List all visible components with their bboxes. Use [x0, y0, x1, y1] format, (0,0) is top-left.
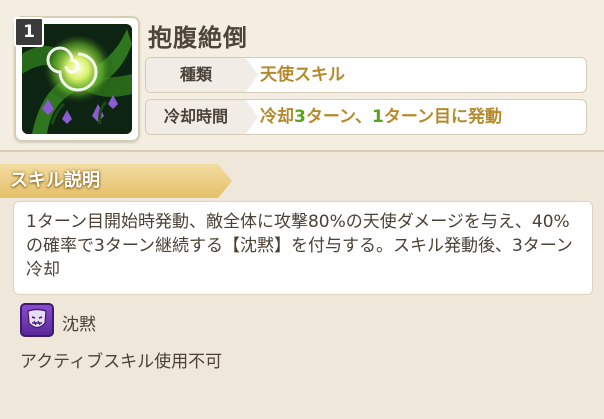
silence-mask-icon[interactable] — [20, 303, 54, 337]
cooldown-value: 冷却3ターン、1ターン目に発動 — [260, 100, 502, 134]
status-effect-name: 沈黙 — [62, 315, 96, 335]
activation-turn-number: 1 — [371, 107, 384, 127]
status-effect-description: アクティブスキル使用不可 — [20, 352, 223, 372]
skill-type-row: 種類 天使スキル — [145, 57, 587, 93]
silence-mask-glyph-icon — [27, 308, 47, 329]
cooldown-text-middle: ターン、 — [305, 107, 372, 127]
skill-description-box: 1ターン目開始時発動、敵全体に攻撃80%の天使ダメージを与え、40%の確率で3タ… — [13, 201, 593, 295]
skill-description-header: スキル説明 — [0, 164, 250, 198]
skill-name: 抱腹絶倒 — [148, 24, 248, 52]
cooldown-turns-number: 3 — [294, 107, 306, 127]
cooldown-text-suffix: ターン目に発動 — [383, 107, 502, 127]
skill-type-label: 種類 — [146, 58, 258, 92]
skill-summary-panel: 1 抱腹絶倒 種類 天使スキル 冷却時間 冷却3ターン、1ターン目に発動 — [0, 0, 604, 152]
cooldown-row: 冷却時間 冷却3ターン、1ターン目に発動 — [145, 99, 587, 135]
cooldown-label: 冷却時間 — [146, 100, 258, 134]
cooldown-text-prefix: 冷却 — [260, 107, 294, 127]
skill-level-badge: 1 — [14, 17, 44, 47]
skill-description-header-text: スキル説明 — [10, 170, 100, 191]
skill-description-text: 1ターン目開始時発動、敵全体に攻撃80%の天使ダメージを与え、40%の確率で3タ… — [26, 212, 573, 280]
skill-type-value: 天使スキル — [260, 65, 345, 85]
